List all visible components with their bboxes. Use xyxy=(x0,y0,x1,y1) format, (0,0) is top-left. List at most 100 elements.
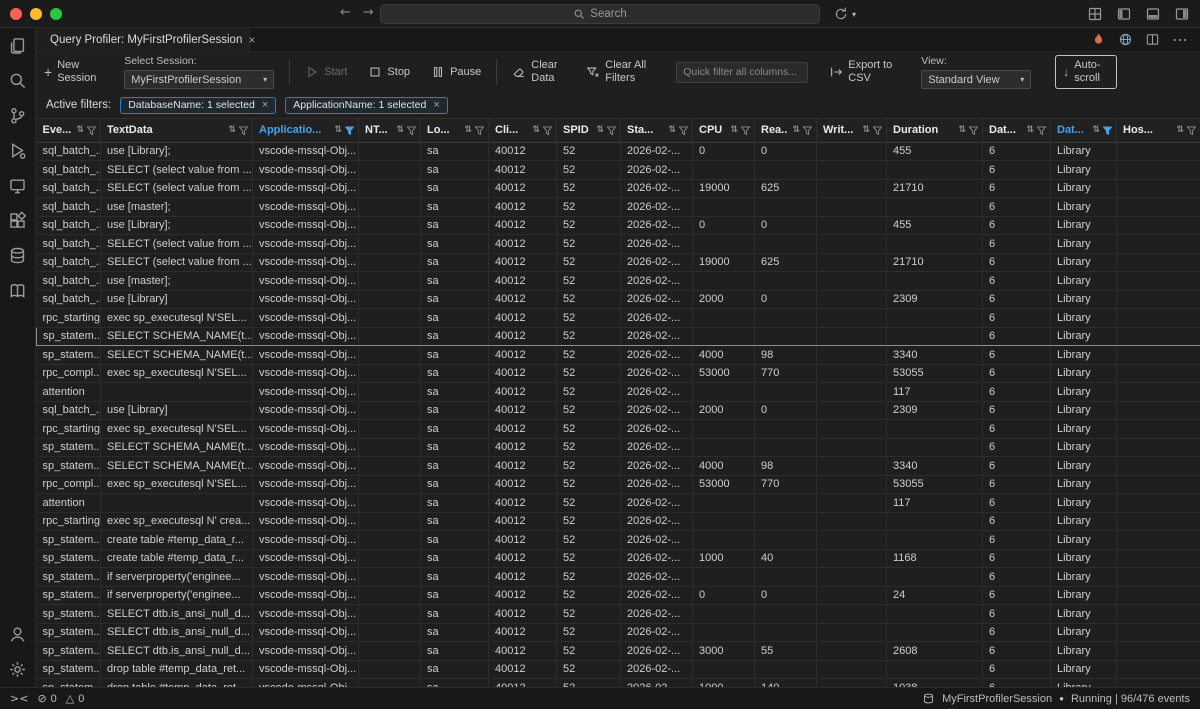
sidebar-item-search[interactable] xyxy=(0,63,36,98)
filter-icon[interactable] xyxy=(607,126,616,135)
table-row[interactable]: sql_batch_...SELECT (select value from .… xyxy=(37,179,1200,198)
table-row[interactable]: attentionvscode-mssql-Obj...sa4001252202… xyxy=(37,383,1200,402)
column-header-7[interactable]: Sta...⇅ xyxy=(621,119,693,142)
filter-icon[interactable] xyxy=(407,126,416,135)
command-center-search[interactable]: Search xyxy=(380,4,820,24)
table-row[interactable]: attentionvscode-mssql-Obj...sa4001252202… xyxy=(37,494,1200,513)
filter-icon[interactable] xyxy=(741,126,750,135)
sort-icon[interactable]: ⇅ xyxy=(76,125,84,135)
problems-warnings[interactable]: △ 0 xyxy=(66,692,85,705)
quick-filter-input[interactable] xyxy=(676,62,808,83)
toggle-primary-sidebar-icon[interactable] xyxy=(1116,6,1132,22)
table-row[interactable]: sp_statem...SELECT dtb.is_ansi_null_d...… xyxy=(37,642,1200,661)
column-header-0[interactable]: Eve...⇅ xyxy=(37,119,101,142)
column-header-13[interactable]: Dat...⇅ xyxy=(1051,119,1117,142)
filter-icon[interactable] xyxy=(543,126,552,135)
sidebar-item-explorer[interactable] xyxy=(0,28,36,63)
column-header-4[interactable]: Lo...⇅ xyxy=(421,119,489,142)
customize-layout-icon[interactable] xyxy=(1087,6,1103,22)
column-header-8[interactable]: CPU⇅ xyxy=(693,119,755,142)
filter-icon[interactable] xyxy=(1187,126,1196,135)
sort-icon[interactable]: ⇅ xyxy=(668,125,676,135)
sidebar-item-sql-server[interactable] xyxy=(0,238,36,273)
filter-icon[interactable] xyxy=(1103,126,1112,135)
split-editor-icon[interactable] xyxy=(1145,32,1160,47)
column-header-1[interactable]: TextData⇅ xyxy=(101,119,253,142)
column-header-6[interactable]: SPID⇅ xyxy=(557,119,621,142)
table-row[interactable]: rpc_compl...exec sp_executesql N'SEL...v… xyxy=(37,364,1200,383)
table-row[interactable]: sql_batch_...use [master];vscode-mssql-O… xyxy=(37,272,1200,291)
profiler-status[interactable]: MyFirstProfilerSession ● Running | 96/47… xyxy=(922,692,1190,705)
table-row[interactable]: rpc_startingexec sp_executesql N' crea..… xyxy=(37,512,1200,531)
remove-filter-icon[interactable]: × xyxy=(433,99,439,111)
sort-icon[interactable]: ⇅ xyxy=(958,125,966,135)
view-select[interactable]: Standard View ▾ xyxy=(921,70,1031,89)
sidebar-item-source-control[interactable] xyxy=(0,98,36,133)
sidebar-item-settings[interactable] xyxy=(0,652,36,687)
session-select[interactable]: MyFirstProfilerSession ▾ xyxy=(124,70,274,89)
sidebar-item-remote-explorer[interactable] xyxy=(0,168,36,203)
table-row[interactable]: sp_statem...if serverproperty('enginee..… xyxy=(37,586,1200,605)
globe-icon[interactable] xyxy=(1118,32,1133,47)
sort-icon[interactable]: ⇅ xyxy=(1176,125,1184,135)
column-header-3[interactable]: NT...⇅ xyxy=(359,119,421,142)
column-header-14[interactable]: Hos...⇅ xyxy=(1117,119,1200,142)
table-row[interactable]: rpc_startingexec sp_executesql N'SEL...v… xyxy=(37,309,1200,328)
column-header-9[interactable]: Rea...⇅ xyxy=(755,119,817,142)
back-icon[interactable]: ← xyxy=(340,5,351,20)
filter-icon[interactable] xyxy=(87,126,96,135)
sidebar-item-accounts[interactable] xyxy=(0,617,36,652)
filter-icon[interactable] xyxy=(345,126,354,135)
table-row[interactable]: sql_batch_...use [Library]vscode-mssql-O… xyxy=(37,290,1200,309)
table-row[interactable]: sp_statem...SELECT SCHEMA_NAME(t...vscod… xyxy=(37,438,1200,457)
export-csv-button[interactable]: Export to CSV xyxy=(829,59,900,85)
table-row[interactable]: sp_statem...if serverproperty('enginee..… xyxy=(37,568,1200,587)
filter-icon[interactable] xyxy=(239,126,248,135)
table-row[interactable]: sp_statem...SELECT SCHEMA_NAME(t...vscod… xyxy=(37,346,1200,365)
table-row[interactable]: sql_batch_...use [master];vscode-mssql-O… xyxy=(37,198,1200,217)
problems-errors[interactable]: ⊘ 0 xyxy=(37,692,56,705)
sort-icon[interactable]: ⇅ xyxy=(532,125,540,135)
table-row[interactable]: sp_statem...drop table #temp_data_ret...… xyxy=(37,660,1200,679)
titlebar-sync-control[interactable]: ▾ xyxy=(833,6,856,22)
sort-icon[interactable]: ⇅ xyxy=(1026,125,1034,135)
table-row[interactable]: sql_batch_...SELECT (select value from .… xyxy=(37,235,1200,254)
more-actions-icon[interactable]: ⋯ xyxy=(1172,30,1188,50)
zoom-window-button[interactable] xyxy=(50,8,62,20)
filter-chip-applicationname[interactable]: ApplicationName: 1 selected × xyxy=(285,97,448,114)
table-row[interactable]: sp_statem...create table #temp_data_r...… xyxy=(37,549,1200,568)
sort-icon[interactable]: ⇅ xyxy=(228,125,236,135)
auto-scroll-button[interactable]: ↓ Auto-scroll xyxy=(1055,55,1117,89)
sidebar-item-run-debug[interactable] xyxy=(0,133,36,168)
table-row[interactable]: sql_batch_...SELECT (select value from .… xyxy=(37,253,1200,272)
sort-icon[interactable]: ⇅ xyxy=(730,125,738,135)
table-row[interactable]: sp_statem...drop table #temp_data_ret...… xyxy=(37,679,1200,688)
sort-icon[interactable]: ⇅ xyxy=(596,125,604,135)
sidebar-item-extensions[interactable] xyxy=(0,203,36,238)
filter-icon[interactable] xyxy=(873,126,882,135)
toggle-panel-icon[interactable] xyxy=(1145,6,1161,22)
filter-icon[interactable] xyxy=(969,126,978,135)
filter-icon[interactable] xyxy=(1037,126,1046,135)
toggle-secondary-sidebar-icon[interactable] xyxy=(1174,6,1190,22)
table-row[interactable]: rpc_compl...exec sp_executesql N'SEL...v… xyxy=(37,475,1200,494)
sidebar-item-library[interactable] xyxy=(0,273,36,308)
pause-button[interactable]: Pause xyxy=(431,65,481,79)
table-row[interactable]: sql_batch_...SELECT (select value from .… xyxy=(37,161,1200,180)
table-row[interactable]: sql_batch_...use [Library];vscode-mssql-… xyxy=(37,216,1200,235)
table-row[interactable]: sp_statem...SELECT dtb.is_ansi_null_d...… xyxy=(37,623,1200,642)
table-row[interactable]: sp_statem...create table #temp_data_r...… xyxy=(37,531,1200,550)
filter-chip-databasename[interactable]: DatabaseName: 1 selected × xyxy=(120,97,276,114)
sort-icon[interactable]: ⇅ xyxy=(396,125,404,135)
clear-data-button[interactable]: Clear Data xyxy=(512,59,565,85)
filter-icon[interactable] xyxy=(475,126,484,135)
stop-button[interactable]: Stop xyxy=(368,65,410,79)
filter-icon[interactable] xyxy=(679,126,688,135)
sort-icon[interactable]: ⇅ xyxy=(862,125,870,135)
column-header-2[interactable]: Applicatio...⇅ xyxy=(253,119,359,142)
column-header-12[interactable]: Dat...⇅ xyxy=(983,119,1051,142)
table-row[interactable]: sp_statem...SELECT dtb.is_ansi_null_d...… xyxy=(37,605,1200,624)
tab-query-profiler[interactable]: Query Profiler: MyFirstProfilerSession × xyxy=(36,28,250,51)
table-row[interactable]: rpc_startingexec sp_executesql N'SEL...v… xyxy=(37,420,1200,439)
sort-icon[interactable]: ⇅ xyxy=(792,125,800,135)
